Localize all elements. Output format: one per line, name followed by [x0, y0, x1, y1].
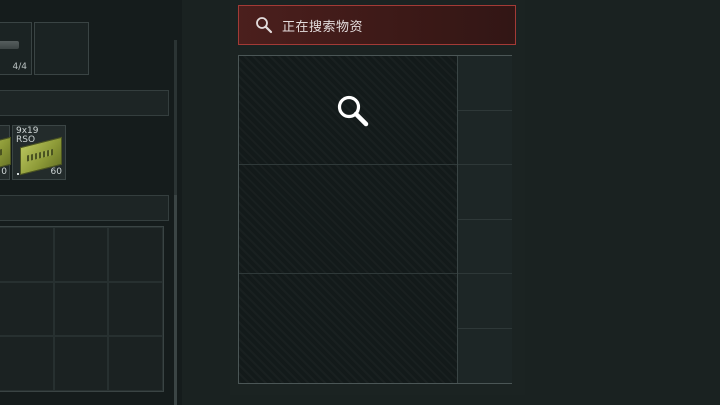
- ammo-name: 9x19 RSO: [16, 126, 39, 145]
- weapon-slot[interactable]: 4/4: [0, 22, 32, 75]
- section-header-bar: [0, 90, 169, 116]
- inventory-scrollbar[interactable]: [174, 40, 177, 405]
- row-divider: [239, 164, 457, 165]
- slot-divider: [458, 110, 512, 111]
- ammo-count: 60: [50, 167, 62, 177]
- slot-divider: [458, 328, 512, 329]
- loot-side-column: [458, 56, 512, 383]
- row-divider: [239, 273, 457, 274]
- empty-equipment-slot[interactable]: [34, 22, 89, 75]
- search-icon: [256, 17, 273, 34]
- scrollbar-thumb[interactable]: [174, 195, 177, 405]
- search-status-text: 正在搜索物资: [282, 19, 364, 35]
- slot-divider: [458, 219, 512, 220]
- grid-cell[interactable]: [108, 227, 163, 282]
- grid-cell[interactable]: [53, 281, 109, 337]
- grid-cell[interactable]: [0, 281, 54, 337]
- ammo-item-slot-9x19[interactable]: 9x19 RSO 60: [12, 125, 66, 180]
- ammo-count: 0: [1, 167, 7, 177]
- grid-cell[interactable]: [108, 281, 163, 337]
- slot-divider: [458, 273, 512, 274]
- weapon-ammo-count: 4/4: [12, 62, 27, 72]
- loot-container-grid[interactable]: [238, 55, 512, 384]
- section-header-bar: [0, 195, 169, 221]
- grid-cell[interactable]: [0, 227, 54, 282]
- inventory-panel: 4/4 0 9x19 RSO 60: [0, 0, 182, 405]
- grid-cell[interactable]: [0, 336, 54, 391]
- backpack-grid: [0, 226, 164, 392]
- search-status-bar: 正在搜索物资: [238, 5, 516, 45]
- loot-panel: 正在搜索物资: [230, 0, 525, 395]
- stack-dot: [17, 173, 19, 175]
- weapon-icon: [0, 41, 19, 49]
- grid-cell[interactable]: [108, 336, 163, 391]
- grid-cell[interactable]: [53, 227, 109, 282]
- magnifier-icon: [337, 95, 369, 127]
- ammo-item-slot[interactable]: 0: [0, 125, 11, 180]
- slot-divider: [458, 164, 512, 165]
- grid-cell[interactable]: [53, 336, 109, 391]
